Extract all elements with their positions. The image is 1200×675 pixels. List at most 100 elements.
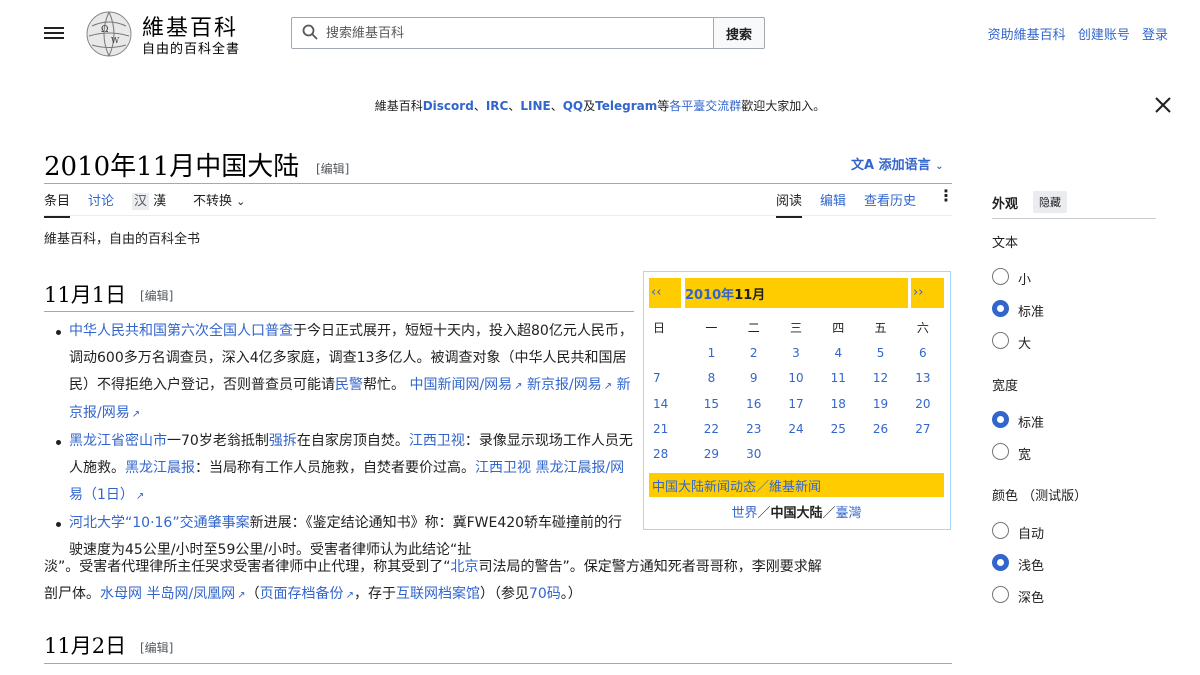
title-divider bbox=[44, 183, 952, 184]
text-size-radio-large[interactable] bbox=[992, 332, 1009, 349]
main-menu-icon[interactable] bbox=[44, 24, 64, 42]
variant-dropdown-label: 不转换 bbox=[193, 194, 233, 209]
calendar-day-link[interactable]: 29 bbox=[690, 441, 732, 466]
calendar-prev-link[interactable]: ‹‹ bbox=[649, 278, 681, 308]
calendar-day-link[interactable]: 16 bbox=[733, 391, 775, 416]
calendar-day-link[interactable]: 22 bbox=[690, 416, 732, 441]
variant-traditional[interactable]: 漢 bbox=[153, 194, 166, 209]
close-icon[interactable] bbox=[1154, 96, 1172, 114]
calendar-day-link[interactable]: 18 bbox=[817, 391, 859, 416]
beijing-link[interactable]: 北京 bbox=[451, 559, 479, 575]
donate-link[interactable]: 资助維基百科 bbox=[988, 28, 1066, 43]
world-link[interactable]: 世界 bbox=[731, 506, 757, 521]
hebei-case-link[interactable]: 河北大学“10·16”交通肇事案 bbox=[69, 515, 250, 531]
appearance-hide-button[interactable]: 隐藏 bbox=[1033, 191, 1067, 213]
source-link[interactable]: 黑龙江晨报 bbox=[125, 460, 195, 476]
calendar-weekday: 一 bbox=[705, 321, 718, 336]
calendar-day-link[interactable]: 23 bbox=[733, 416, 775, 441]
calendar-day-link[interactable]: 30 bbox=[733, 441, 775, 466]
more-actions-icon[interactable]: ⋮ bbox=[938, 186, 954, 212]
line-link[interactable]: LINE bbox=[520, 99, 550, 113]
radio-label: 自动 bbox=[1018, 527, 1045, 542]
taiwan-link[interactable]: 臺灣 bbox=[836, 506, 862, 521]
width-radio-wide[interactable] bbox=[992, 443, 1009, 460]
calendar-day-link[interactable]: 26 bbox=[859, 416, 901, 441]
title-edit-link[interactable]: [编辑] bbox=[316, 160, 349, 177]
calendar-day-link[interactable]: 28 bbox=[648, 441, 690, 466]
calendar-day-link[interactable]: 14 bbox=[648, 391, 690, 416]
login-link[interactable]: 登录 bbox=[1142, 28, 1168, 43]
calendar-day-link[interactable]: 19 bbox=[859, 391, 901, 416]
item-text: 剖尸体。 bbox=[44, 586, 100, 602]
calendar-footer: 世界／中国大陆／臺灣 bbox=[649, 502, 944, 521]
color-radio-dark[interactable] bbox=[992, 586, 1009, 603]
calendar-day-link[interactable]: 25 bbox=[817, 416, 859, 441]
section-edit-link[interactable]: [编辑] bbox=[140, 639, 173, 656]
section-edit-link[interactable]: [编辑] bbox=[140, 287, 173, 304]
source-link[interactable]: 半岛网/凤凰网 bbox=[146, 586, 245, 602]
calendar-year-link[interactable]: 2010年 bbox=[685, 288, 734, 303]
qq-link[interactable]: QQ bbox=[563, 99, 583, 113]
tab-history[interactable]: 查看历史 bbox=[864, 190, 916, 216]
calendar-day-link[interactable]: 6 bbox=[902, 340, 944, 365]
tab-read[interactable]: 阅读 bbox=[776, 190, 803, 218]
archive-link[interactable]: 页面存档备份 bbox=[260, 586, 354, 602]
create-account-link[interactable]: 创建账号 bbox=[1078, 28, 1130, 43]
tab-talk[interactable]: 讨论 bbox=[88, 190, 114, 216]
variant-simplified[interactable]: 汉 bbox=[132, 193, 150, 210]
item-text: 一70岁老翁抵制 bbox=[167, 433, 269, 449]
search-input[interactable] bbox=[326, 18, 706, 48]
text-size-radio-small[interactable] bbox=[992, 268, 1009, 285]
calendar-news-link[interactable]: 中国大陆新闻动态／維基新闻 bbox=[649, 473, 944, 497]
calendar-day-link[interactable]: 1 bbox=[690, 340, 732, 365]
calendar-day-link[interactable]: 17 bbox=[775, 391, 817, 416]
discord-link[interactable]: Discord bbox=[423, 99, 474, 113]
calendar-month: 11月 bbox=[734, 288, 766, 303]
calendar-day-link[interactable]: 7 bbox=[648, 366, 690, 391]
calendar-day-link[interactable]: 12 bbox=[859, 366, 901, 391]
see-also-link[interactable]: 70码 bbox=[529, 586, 561, 602]
svg-text:W: W bbox=[111, 36, 120, 45]
add-languages-button[interactable]: 文A 添加语言 ⌄ bbox=[851, 154, 944, 173]
calendar-week: 21 22 23 24 25 26 27 bbox=[648, 416, 944, 441]
source-link[interactable]: 水母网 bbox=[100, 586, 142, 602]
demolition-link[interactable]: 强拆 bbox=[269, 433, 297, 449]
calendar-day-link[interactable]: 15 bbox=[690, 391, 732, 416]
calendar-day-link[interactable]: 3 bbox=[775, 340, 817, 365]
calendar-day-link[interactable]: 10 bbox=[775, 366, 817, 391]
calendar-day-link[interactable]: 5 bbox=[859, 340, 901, 365]
calendar-day-link[interactable]: 13 bbox=[902, 366, 944, 391]
irc-link[interactable]: IRC bbox=[486, 99, 509, 113]
footer-sep: ／ bbox=[757, 506, 771, 521]
width-radio-standard[interactable] bbox=[992, 411, 1009, 428]
source-link[interactable]: 中国新闻网/网易 bbox=[409, 377, 522, 393]
tab-article[interactable]: 条目 bbox=[44, 190, 71, 218]
calendar-day-link[interactable]: 27 bbox=[902, 416, 944, 441]
archive-org-link[interactable]: 互联网档案馆 bbox=[396, 586, 480, 602]
calendar-day-link[interactable]: 4 bbox=[817, 340, 859, 365]
banner-text: 歡迎大家加入。 bbox=[741, 99, 826, 113]
telegram-link[interactable]: Telegram bbox=[595, 99, 657, 113]
color-radio-light[interactable] bbox=[992, 554, 1009, 571]
calendar-weekday: 四 bbox=[832, 321, 845, 336]
text-size-radio-standard[interactable] bbox=[992, 300, 1009, 317]
calendar-day-link[interactable]: 11 bbox=[817, 366, 859, 391]
calendar-next-link[interactable]: ›› bbox=[911, 278, 944, 308]
calendar-day-link[interactable]: 24 bbox=[775, 416, 817, 441]
source-link[interactable]: 江西卫视 bbox=[409, 433, 465, 449]
color-radio-auto[interactable] bbox=[992, 522, 1009, 539]
variant-dropdown[interactable]: 不转换 ⌄ bbox=[193, 190, 245, 216]
search-button[interactable]: 搜索 bbox=[713, 17, 765, 49]
tab-edit[interactable]: 编辑 bbox=[820, 190, 846, 216]
police-link[interactable]: 民警 bbox=[335, 377, 363, 393]
calendar-day-link[interactable]: 9 bbox=[733, 366, 775, 391]
census-link[interactable]: 中华人民共和国第六次全国人口普查 bbox=[69, 323, 293, 339]
calendar-day-link[interactable]: 20 bbox=[902, 391, 944, 416]
calendar-day-link[interactable]: 8 bbox=[690, 366, 732, 391]
calendar-day-link[interactable]: 21 bbox=[648, 416, 690, 441]
groups-link[interactable]: 各平臺交流群 bbox=[669, 99, 741, 113]
mishan-link[interactable]: 黑龙江省密山市 bbox=[69, 433, 167, 449]
calendar-day-link[interactable]: 2 bbox=[733, 340, 775, 365]
source-link[interactable]: 新京报/网易 bbox=[527, 377, 612, 393]
wikipedia-globe-logo[interactable]: Ω W bbox=[84, 10, 134, 58]
